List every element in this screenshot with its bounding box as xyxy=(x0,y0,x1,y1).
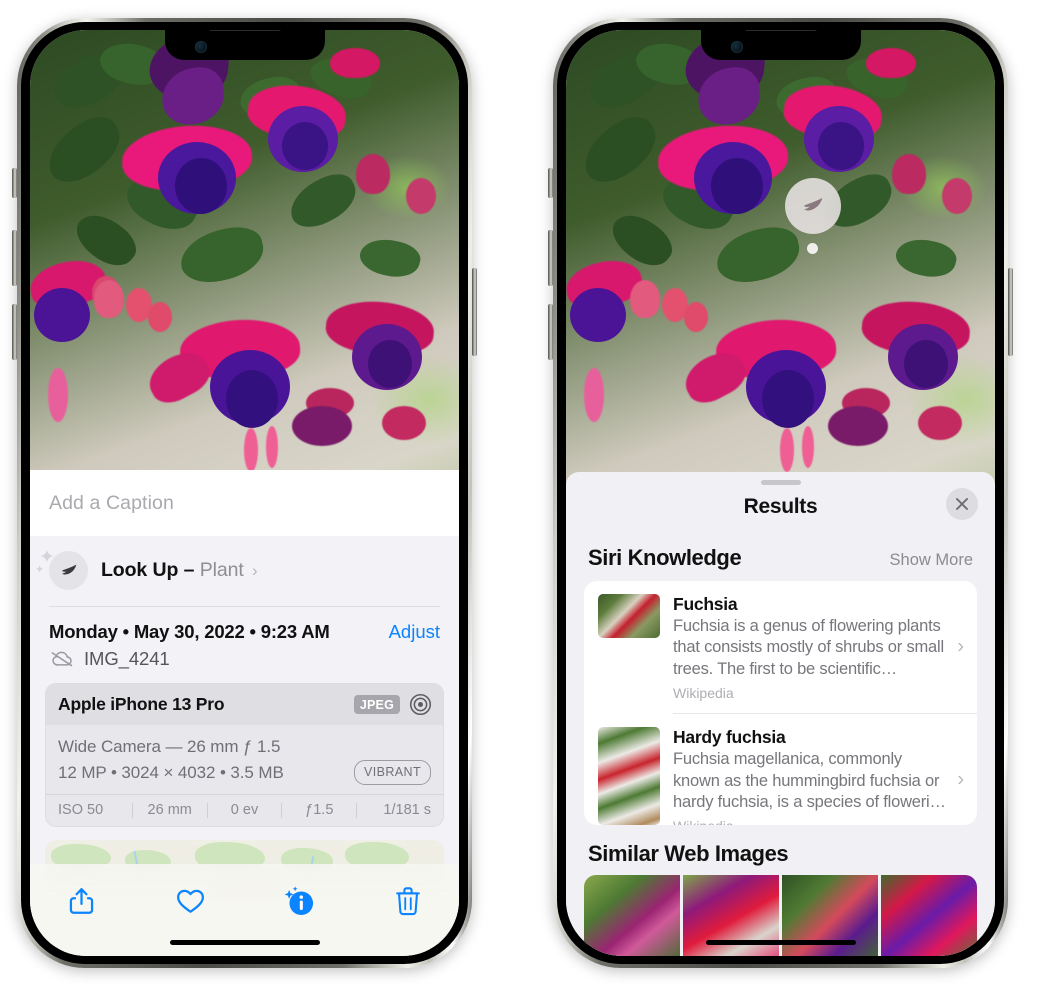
adjust-button[interactable]: Adjust xyxy=(389,621,440,643)
camera-header-right: JPEG xyxy=(353,693,432,716)
card-description: Fuchsia magellanica, commonly known as t… xyxy=(673,749,946,812)
leaf-icon[interactable] xyxy=(785,178,841,234)
photo-date: Monday • May 30, 2022 • 9:23 AM xyxy=(49,621,330,642)
card-thumbnail xyxy=(598,726,660,825)
similar-web-images-title: Similar Web Images xyxy=(588,841,789,867)
volume-up-button[interactable] xyxy=(12,230,17,286)
list-item[interactable]: Fuchsia Fuchsia is a genus of flowering … xyxy=(584,581,977,713)
siri-knowledge-header: Siri Knowledge Show More xyxy=(566,533,995,581)
web-image-thumbnail[interactable] xyxy=(584,875,680,956)
format-badge: JPEG xyxy=(353,695,400,714)
look-up-subject: Plant xyxy=(199,559,244,581)
aperture-icon xyxy=(409,693,432,716)
lookup-anchor-dot xyxy=(807,243,818,254)
exif-shutter: 1/181 s xyxy=(383,802,431,818)
heart-icon[interactable] xyxy=(167,878,213,924)
close-icon[interactable] xyxy=(946,487,978,520)
results-header: Results xyxy=(566,485,995,533)
right-phone-screen: Results Siri Knowledge Show More Fuchsia… xyxy=(566,30,995,956)
chevron-right-icon: › xyxy=(957,635,964,658)
notch xyxy=(700,30,861,60)
show-more-button[interactable]: Show More xyxy=(890,551,973,570)
earpiece-speaker xyxy=(743,30,818,31)
similar-web-images-header: Similar Web Images xyxy=(566,825,995,875)
card-title: Hardy fuchsia xyxy=(673,726,786,747)
earpiece-speaker xyxy=(207,30,282,31)
camera-card-body: Wide Camera — 26 mm ƒ 1.5 12 MP • 3024 ×… xyxy=(46,725,443,794)
notch xyxy=(164,30,325,60)
filename-row: IMG_4241 xyxy=(30,645,459,683)
left-iphone-device: Add a Caption ✦ ✦ Look Up – Plant › Mond… xyxy=(12,18,477,968)
exif-focal: 26 mm xyxy=(147,802,192,818)
card-text: Hardy fuchsia Fuchsia magellanica, commo… xyxy=(673,727,965,825)
exif-iso: ISO 50 xyxy=(58,802,104,818)
look-up-label: Look Up – Plant › xyxy=(101,559,258,582)
info-sparkle-icon[interactable] xyxy=(276,878,322,924)
home-indicator[interactable] xyxy=(169,940,320,945)
card-thumbnail xyxy=(598,593,660,638)
exif-aperture: ƒ1.5 xyxy=(305,802,334,818)
chevron-right-icon: › xyxy=(957,768,964,791)
camera-device-name: Apple iPhone 13 Pro xyxy=(58,694,225,714)
sparkle-small-icon: ✦ xyxy=(35,564,45,576)
front-camera-icon xyxy=(194,41,207,53)
left-phone-screen: Add a Caption ✦ ✦ Look Up – Plant › Mond… xyxy=(30,30,459,956)
siri-knowledge-cards: Fuchsia Fuchsia is a genus of flowering … xyxy=(584,580,977,826)
camera-info-card[interactable]: Apple iPhone 13 Pro JPEG Wide Camera — 2… xyxy=(45,683,444,827)
home-indicator[interactable] xyxy=(705,940,856,945)
photo-info-sheet: Add a Caption ✦ ✦ Look Up – Plant › Mond… xyxy=(30,470,459,956)
trash-icon[interactable] xyxy=(385,878,431,924)
chevron-right-icon: › xyxy=(251,561,258,580)
power-button[interactable] xyxy=(472,268,477,356)
camera-detail-line: 12 MP • 3024 × 4032 • 3.5 MB xyxy=(58,762,284,782)
card-source: Wikipedia xyxy=(673,684,734,701)
screenshot-stage: Add a Caption ✦ ✦ Look Up – Plant › Mond… xyxy=(0,0,1055,985)
power-button[interactable] xyxy=(1008,268,1013,356)
card-source: Wikipedia xyxy=(673,818,947,825)
card-title: Fuchsia xyxy=(673,593,738,614)
cloud-slash-icon xyxy=(51,651,73,667)
results-sheet: Results Siri Knowledge Show More Fuchsia… xyxy=(566,472,995,956)
results-title: Results xyxy=(743,494,818,518)
share-icon[interactable] xyxy=(58,878,104,924)
card-text: Fuchsia Fuchsia is a genus of flowering … xyxy=(673,594,965,701)
filename-label: IMG_4241 xyxy=(84,648,170,669)
web-image-thumbnail[interactable] xyxy=(881,875,977,956)
style-badge: VIBRANT xyxy=(354,759,431,785)
photo-meta-row: Monday • May 30, 2022 • 9:23 AM Adjust xyxy=(30,607,459,645)
left-phone-bezel: Add a Caption ✦ ✦ Look Up – Plant › Mond… xyxy=(21,22,468,964)
volume-up-button[interactable] xyxy=(548,230,553,286)
caption-input[interactable]: Add a Caption xyxy=(30,470,459,536)
mute-switch[interactable] xyxy=(548,168,553,198)
list-item[interactable]: Hardy fuchsia Fuchsia magellanica, commo… xyxy=(584,714,977,825)
exif-ev: 0 ev xyxy=(230,802,259,818)
exif-row: ISO 50 26 mm 0 ev ƒ1.5 1/181 s xyxy=(46,794,443,826)
camera-detail-line-wrap: 12 MP • 3024 × 4032 • 3.5 MB VIBRANT xyxy=(58,759,431,786)
camera-lens-line: Wide Camera — 26 mm ƒ 1.5 xyxy=(58,737,281,756)
front-camera-icon xyxy=(730,41,743,53)
right-iphone-device: Results Siri Knowledge Show More Fuchsia… xyxy=(548,18,1013,968)
right-phone-bezel: Results Siri Knowledge Show More Fuchsia… xyxy=(557,22,1004,964)
look-up-title: Look Up – xyxy=(101,559,195,581)
volume-down-button[interactable] xyxy=(12,304,17,360)
look-up-row[interactable]: ✦ ✦ Look Up – Plant › xyxy=(30,536,459,606)
mute-switch[interactable] xyxy=(12,168,17,198)
look-up-icon-wrap: ✦ ✦ xyxy=(35,547,88,590)
siri-knowledge-title: Siri Knowledge xyxy=(588,544,742,570)
volume-down-button[interactable] xyxy=(548,304,553,360)
card-description: Fuchsia is a genus of flowering plants t… xyxy=(673,616,944,679)
camera-card-header: Apple iPhone 13 Pro JPEG xyxy=(46,684,443,725)
